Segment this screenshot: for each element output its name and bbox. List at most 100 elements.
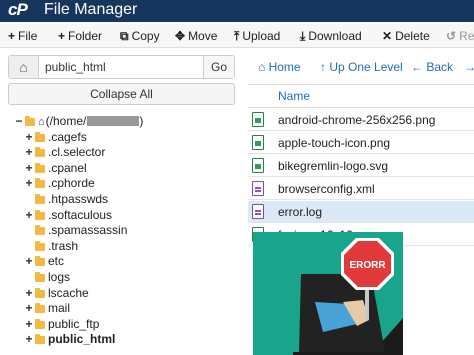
copy-icon: ⧉ xyxy=(120,29,129,43)
text-file-icon xyxy=(252,181,264,196)
collapse-all-button[interactable]: Collapse All xyxy=(8,83,235,105)
expand-icon[interactable]: + xyxy=(24,144,34,160)
tree-item-label: mail xyxy=(48,301,71,316)
expand-icon[interactable]: + xyxy=(24,300,34,316)
tree-item[interactable]: + public_ftp xyxy=(24,316,99,332)
error-illustration: ERORR xyxy=(253,232,403,355)
name-column-header[interactable]: Name xyxy=(278,89,310,103)
folder-icon xyxy=(25,116,35,126)
expand-icon[interactable]: + xyxy=(24,207,34,223)
path-input[interactable] xyxy=(45,58,205,76)
file-row[interactable]: browserconfig.xml xyxy=(248,178,474,200)
home-icon: ⌂ xyxy=(38,116,45,128)
file-name: bikegremlin-logo.svg xyxy=(278,159,389,173)
directory-tree: − ⌂(/home/) + .cagefs + .cl.selector + .cpanel +… xyxy=(0,113,240,355)
up-one-level-button[interactable]: ↑ Up One Level xyxy=(320,59,403,75)
folder-icon xyxy=(35,162,45,173)
delete-button[interactable]: ✕ Delete xyxy=(382,28,430,44)
file-row[interactable]: apple-touch-icon.png xyxy=(248,132,474,154)
sign-text: ERORR xyxy=(349,260,386,271)
tree-item-label: .cpanel xyxy=(48,160,87,175)
new-file-button[interactable]: + File xyxy=(8,28,37,44)
folder-icon xyxy=(35,147,45,158)
upload-icon: ⤒ xyxy=(234,29,240,43)
tree-item-label: .spamassassin xyxy=(48,223,128,238)
arrow-up-icon: ↑ xyxy=(320,60,330,74)
folder-icon xyxy=(35,334,45,345)
tree-item-label: logs xyxy=(48,270,71,284)
tree-item[interactable]: + .softaculous xyxy=(24,207,112,223)
folder-icon xyxy=(35,194,45,204)
move-button[interactable]: ✥ Move xyxy=(175,28,217,44)
cpanel-logo: cP xyxy=(8,0,28,19)
file-name: android-chrome-256x256.png xyxy=(278,113,436,127)
file-row[interactable]: bikegremlin-logo.svg xyxy=(248,155,474,177)
file-name: apple-touch-icon.png xyxy=(278,136,391,150)
redacted-username xyxy=(87,116,140,126)
folder-icon xyxy=(35,131,45,142)
upload-button[interactable]: ⤒ Upload xyxy=(234,28,280,44)
file-row[interactable]: error.log xyxy=(248,201,474,223)
tree-item[interactable]: + lscache xyxy=(24,285,88,301)
tree-item-suffix: ) xyxy=(139,114,144,128)
tree-item[interactable]: + etc xyxy=(24,253,64,269)
download-button[interactable]: ⤓ Download xyxy=(300,28,362,44)
tree-item[interactable]: + mail xyxy=(24,300,70,316)
tree-item[interactable]: + .cpanel xyxy=(24,160,87,176)
app-header: cP File Manager xyxy=(0,0,474,22)
tree-item[interactable]: .spamassassin xyxy=(24,222,127,238)
tree-item[interactable]: − ⌂(/home/) xyxy=(14,113,143,129)
file-name: error.log xyxy=(278,205,323,219)
error-sign-graphic: ERORR xyxy=(293,238,403,355)
folder-icon xyxy=(35,209,45,220)
expand-icon[interactable]: + xyxy=(24,129,34,145)
tree-item-label: .cl.selector xyxy=(48,145,106,160)
go-button[interactable]: Go xyxy=(203,56,234,78)
tree-item-label: .cagefs xyxy=(48,129,87,144)
image-file-icon xyxy=(252,135,264,150)
folder-icon xyxy=(35,240,45,251)
file-nav: ⌂ Home ↑ Up One Level ← Back → xyxy=(248,55,474,79)
folder-icon xyxy=(35,256,45,267)
tree-item-label: (/home/ xyxy=(45,114,87,128)
file-list-header: Name xyxy=(248,84,474,108)
tree-item[interactable]: + .cagefs xyxy=(24,129,87,145)
tree-item[interactable]: + .cphorde xyxy=(24,175,95,191)
folder-icon xyxy=(35,178,45,189)
expand-icon[interactable]: + xyxy=(24,285,34,301)
plus-icon: + xyxy=(8,29,16,43)
tree-item[interactable]: + public_html xyxy=(24,331,115,347)
app-title: File Manager xyxy=(44,1,138,18)
copy-button[interactable]: ⧉ Copy xyxy=(120,28,160,44)
home-nav-button[interactable]: ⌂ Home xyxy=(258,59,301,75)
expand-icon[interactable]: + xyxy=(24,331,34,347)
tree-item-label: etc xyxy=(48,254,65,269)
tree-item[interactable]: .trash xyxy=(24,238,78,254)
image-file-icon xyxy=(252,158,264,173)
toolbar: + File + Folder ⧉ Copy ✥ Move ⤒ Upload ⤓ Downl… xyxy=(0,24,474,48)
expand-icon[interactable]: + xyxy=(24,316,34,332)
download-icon: ⤓ xyxy=(300,29,306,43)
tree-item[interactable]: logs xyxy=(24,269,70,285)
forward-icon[interactable]: → xyxy=(464,59,474,75)
expand-icon[interactable]: + xyxy=(24,175,34,191)
tree-item[interactable]: .htpasswds xyxy=(24,191,108,207)
tree-item[interactable]: + .cl.selector xyxy=(24,144,105,160)
expand-icon[interactable]: + xyxy=(24,160,34,176)
arrow-left-icon: ← xyxy=(411,60,427,74)
restore-button[interactable]: ↺ Re xyxy=(446,28,474,44)
new-folder-button[interactable]: + Folder xyxy=(58,28,102,44)
expand-icon[interactable]: + xyxy=(24,253,34,269)
move-icon: ✥ xyxy=(175,29,186,43)
tree-item-label: .htpasswds xyxy=(48,192,109,206)
close-icon: ✕ xyxy=(382,29,393,43)
text-file-icon xyxy=(252,204,264,219)
collapse-icon[interactable]: − xyxy=(14,113,24,129)
tree-item-label: .cphorde xyxy=(48,176,95,191)
back-button[interactable]: ← Back xyxy=(411,59,453,75)
file-row[interactable]: android-chrome-256x256.png xyxy=(248,109,474,131)
folder-icon xyxy=(35,318,45,329)
tree-item-label: public_html xyxy=(48,332,116,347)
home-icon[interactable]: ⌂ xyxy=(9,56,39,78)
folder-icon xyxy=(35,225,45,236)
